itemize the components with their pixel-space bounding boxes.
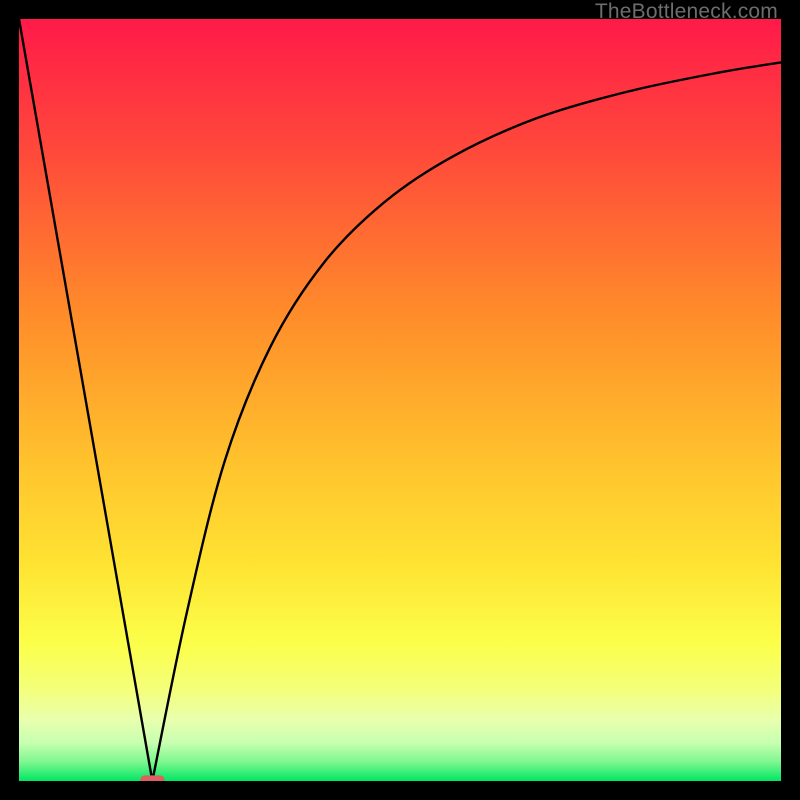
min-marker-pill <box>140 775 164 781</box>
chart-frame <box>19 19 781 781</box>
watermark-text: TheBottleneck.com <box>595 0 778 24</box>
chart-svg <box>19 19 781 781</box>
marker-layer <box>140 775 164 781</box>
